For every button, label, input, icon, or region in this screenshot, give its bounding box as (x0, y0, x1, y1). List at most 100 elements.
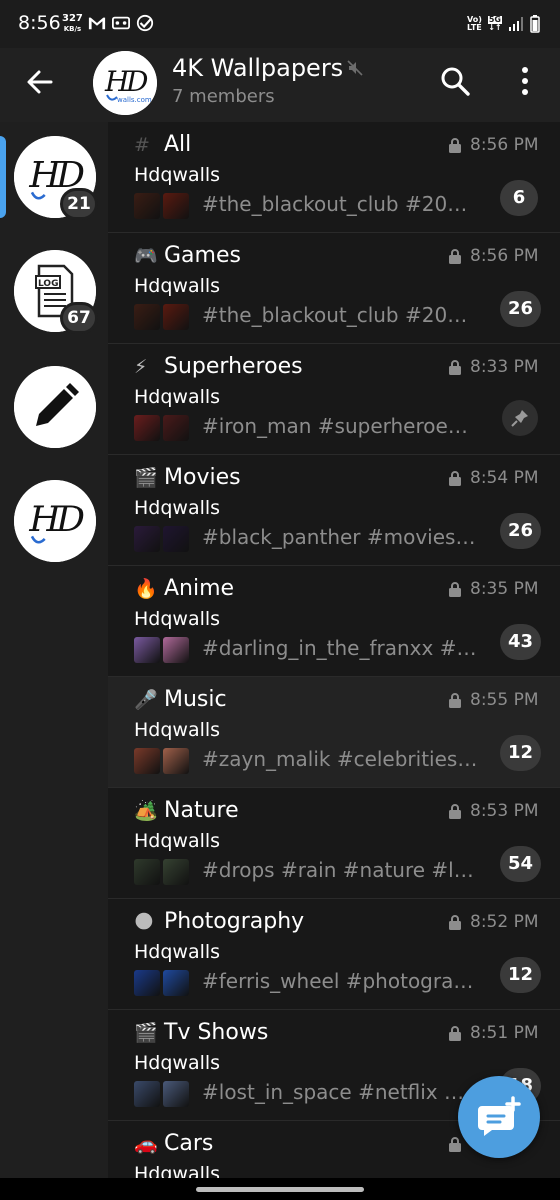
topic-row-photography[interactable]: 🌑 Photography 8:52 PM Hdqwalls #ferris_wh… (108, 899, 560, 1010)
topic-sender: Hdqwalls (134, 719, 221, 741)
media-thumbnails (134, 415, 189, 441)
new-topic-button[interactable] (458, 1076, 540, 1158)
topic-message: #darling_in_the_franxx #anime (202, 636, 478, 660)
status-right-icons: Vo) LTE 5G ↓↑ (467, 14, 540, 34)
thumbnail (134, 970, 160, 996)
lock-icon (449, 1026, 461, 1041)
thumbnail (163, 193, 189, 219)
network-speed: 327 KB/s (62, 13, 83, 34)
topic-row-all[interactable]: # All 8:56 PM Hdqwalls #the_blackout_club… (108, 122, 560, 233)
unread-count-badge: 12 (500, 957, 542, 993)
new-message-icon (478, 1096, 521, 1136)
lock-icon (449, 915, 461, 930)
group-avatar[interactable]: H Dwalls.com (93, 51, 157, 115)
media-thumbnails (134, 859, 189, 885)
sidebar-item-log[interactable]: LOG 67 (14, 250, 98, 334)
status-time: 8:56 (18, 12, 61, 34)
unread-count-badge: 43 (500, 624, 542, 660)
thumbnail (163, 1081, 189, 1107)
media-thumbnails (134, 970, 189, 996)
thumbnail (163, 748, 189, 774)
topic-title: Anime (164, 576, 235, 601)
thumbnail (134, 193, 160, 219)
topic-time: 8:55 PM (470, 690, 539, 710)
search-icon[interactable] (438, 64, 472, 98)
gmail-icon (88, 17, 106, 30)
more-options-icon[interactable] (512, 64, 538, 98)
fire-icon: 🔥 (134, 578, 158, 600)
topic-row-nature[interactable]: 🏕️ Nature 8:53 PM Hdqwalls #drops #rain #… (108, 788, 560, 899)
topic-row-music[interactable]: 🎤 Music 8:55 PM Hdqwalls #zayn_malik #cel… (108, 677, 560, 788)
topic-title: Photography (164, 909, 305, 934)
topic-time: 8:56 PM (470, 246, 539, 266)
home-gesture-pill[interactable] (196, 1187, 364, 1192)
svg-text:D: D (55, 499, 85, 540)
topic-title: Tv Shows (164, 1020, 269, 1045)
topic-title: Music (164, 687, 227, 712)
status-bar: 8:56 327 KB/s Vo) LTE 5G ↓↑ (0, 0, 560, 48)
thumbnail (163, 859, 189, 885)
unread-count-badge: 54 (500, 846, 542, 882)
car-icon: 🚗 (134, 1133, 158, 1155)
battery-icon (530, 15, 540, 33)
topic-message: #iron_man #superheroes #artwork (202, 414, 478, 438)
thumbnail (134, 859, 160, 885)
chat-header: H Dwalls.com 4K Wallpapers 7 members (0, 48, 560, 122)
volte-indicator: Vo) LTE (466, 15, 482, 32)
lock-icon (449, 360, 461, 375)
topic-row-superheroes[interactable]: ⚡ Superheroes 8:33 PM Hdqwalls #iron_man … (108, 344, 560, 455)
unread-badge: 21 (60, 188, 98, 220)
topic-sender: Hdqwalls (134, 1163, 221, 1178)
topic-title: Superheroes (164, 354, 303, 379)
member-count: 7 members (172, 86, 275, 107)
media-thumbnails (134, 193, 189, 219)
group-title[interactable]: 4K Wallpapers (172, 54, 343, 82)
check-circle-icon (136, 14, 154, 32)
topic-sender: Hdqwalls (134, 386, 221, 408)
lightning-icon: ⚡ (134, 356, 148, 378)
lock-icon (449, 138, 461, 153)
sidebar-item-hdqwalls-2[interactable]: HD (14, 480, 96, 562)
sidebar-item-edit[interactable] (14, 366, 96, 448)
moon-icon: 🌑 (134, 911, 154, 933)
topic-time: 8:53 PM (470, 801, 539, 821)
media-thumbnails (134, 748, 189, 774)
media-thumbnails (134, 1081, 189, 1107)
topic-time: 8:35 PM (470, 579, 539, 599)
svg-text:D: D (125, 65, 148, 98)
topics-sidebar: HD 21 LOG 67 HD (0, 122, 108, 1178)
sidebar-item-hdqwalls[interactable]: HD 21 (14, 136, 98, 220)
topic-sender: Hdqwalls (134, 608, 221, 630)
thumbnail (163, 415, 189, 441)
topic-row-anime[interactable]: 🔥 Anime 8:35 PM Hdqwalls #darling_in_the_… (108, 566, 560, 677)
thumbnail (163, 304, 189, 330)
topic-row-movies[interactable]: 🎬 Movies 8:54 PM Hdqwalls #black_panther … (108, 455, 560, 566)
topic-sender: Hdqwalls (134, 941, 221, 963)
clapperboard-icon: 🎬 (134, 467, 158, 489)
lock-icon (449, 249, 461, 264)
topic-message: #zayn_malik #celebrities #music (202, 747, 478, 771)
thumbnail (134, 304, 160, 330)
topic-time: 8:51 PM (470, 1023, 539, 1043)
topic-time: 8:33 PM (470, 357, 539, 377)
lock-icon (449, 693, 461, 708)
pinned-badge (502, 400, 538, 436)
voicemail-icon (112, 16, 130, 30)
muted-icon (347, 60, 363, 76)
clapperboard-icon: 🎬 (134, 1022, 158, 1044)
topic-time: 8:54 PM (470, 468, 539, 488)
back-arrow-icon[interactable] (22, 64, 58, 100)
hash-icon: # (134, 134, 150, 156)
signal-icon (509, 17, 523, 31)
thumbnail (163, 526, 189, 552)
topic-time: 8:52 PM (470, 912, 539, 932)
topic-row-games[interactable]: 🎮 Games 8:56 PM Hdqwalls #the_blackout_cl… (108, 233, 560, 344)
hdqwalls-logo-icon: HD (14, 480, 96, 562)
topic-sender: Hdqwalls (134, 1052, 221, 1074)
selected-indicator (0, 136, 6, 218)
unread-count-badge: 26 (500, 513, 542, 549)
svg-text:walls.com: walls.com (117, 96, 152, 104)
hdqwalls-logo-icon: HDwalls.com (93, 51, 157, 115)
thumbnail (134, 415, 160, 441)
pencil-icon (14, 366, 96, 448)
